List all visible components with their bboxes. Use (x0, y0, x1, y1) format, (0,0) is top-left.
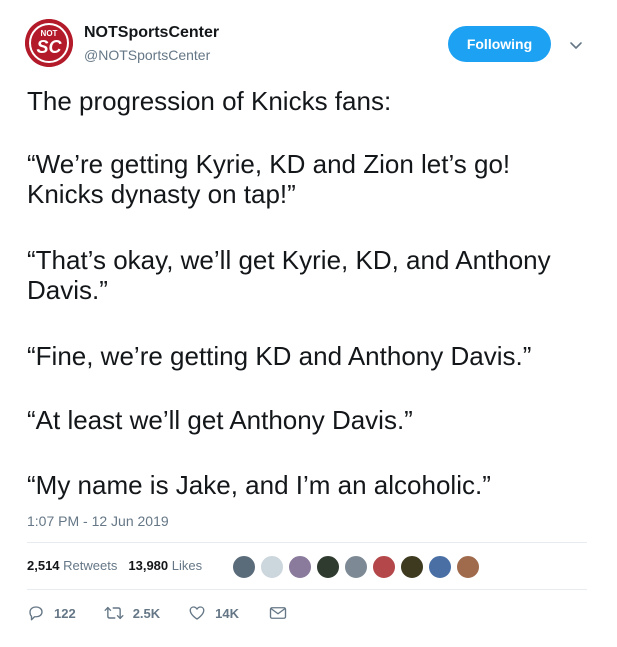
tweet-actions: 122 2.5K 14K (27, 604, 287, 622)
envelope-icon (269, 607, 287, 619)
retweets-label: Retweets (63, 558, 118, 573)
display-name[interactable]: NOTSportsCenter (84, 24, 219, 42)
following-button[interactable]: Following (448, 26, 551, 62)
like-count: 14K (215, 605, 240, 621)
avatar-logo: NOT SC (25, 19, 73, 67)
likes-label: Likes (171, 558, 203, 573)
liker-avatar[interactable] (344, 555, 368, 579)
retweets-stat[interactable]: 2,514 Retweets (27, 558, 117, 573)
direct-message-button[interactable] (269, 605, 287, 621)
avatar-text-main: SC (36, 37, 62, 57)
divider (27, 542, 587, 543)
tweet-text-line: “Fine, we’re getting KD and Anthony Davi… (27, 341, 532, 371)
liker-avatar[interactable] (260, 555, 284, 579)
liker-avatar[interactable] (232, 555, 256, 579)
reply-button[interactable]: 122 (27, 604, 76, 622)
tweet-text-line: Davis.” (27, 275, 108, 305)
tweet-text-line: “My name is Jake, and I’m an alcoholic.” (27, 470, 491, 500)
liker-avatars (232, 555, 484, 579)
user-handle[interactable]: @NOTSportsCenter (84, 47, 210, 63)
liker-avatar[interactable] (456, 555, 480, 579)
liker-avatar[interactable] (428, 555, 452, 579)
liker-avatar[interactable] (400, 555, 424, 579)
tweet-text-line: “At least we’ll get Anthony Davis.” (27, 405, 413, 435)
liker-avatar[interactable] (372, 555, 396, 579)
chevron-down-icon[interactable] (568, 37, 584, 53)
tweet-stats: 2,514 Retweets 13,980 Likes (27, 558, 202, 573)
likes-stat[interactable]: 13,980 Likes (128, 558, 202, 573)
retweets-count: 2,514 (27, 558, 60, 573)
retweet-icon (104, 606, 124, 620)
divider (27, 589, 587, 590)
tweet-text-line: Knicks dynasty on tap!” (27, 179, 296, 209)
tweet-text-line: “That’s okay, we’ll get Kyrie, KD, and A… (27, 245, 551, 275)
tweet-text-line: “We’re getting Kyrie, KD and Zion let’s … (27, 149, 511, 179)
tweet-text-line: The progression of Knicks fans: (27, 86, 392, 116)
avatar[interactable]: NOT SC (25, 19, 73, 67)
reply-count: 122 (54, 605, 76, 621)
tweet-card: NOT SC NOTSportsCenter @NOTSportsCenter … (0, 0, 617, 647)
retweet-button[interactable]: 2.5K (104, 604, 160, 622)
retweet-count: 2.5K (132, 605, 161, 621)
tweet-timestamp[interactable]: 1:07 PM - 12 Jun 2019 (27, 513, 169, 529)
heart-icon (189, 606, 205, 620)
liker-avatar[interactable] (316, 555, 340, 579)
reply-icon (29, 606, 43, 621)
like-button[interactable]: 14K (188, 604, 239, 622)
liker-avatar[interactable] (288, 555, 312, 579)
likes-count: 13,980 (128, 558, 169, 573)
